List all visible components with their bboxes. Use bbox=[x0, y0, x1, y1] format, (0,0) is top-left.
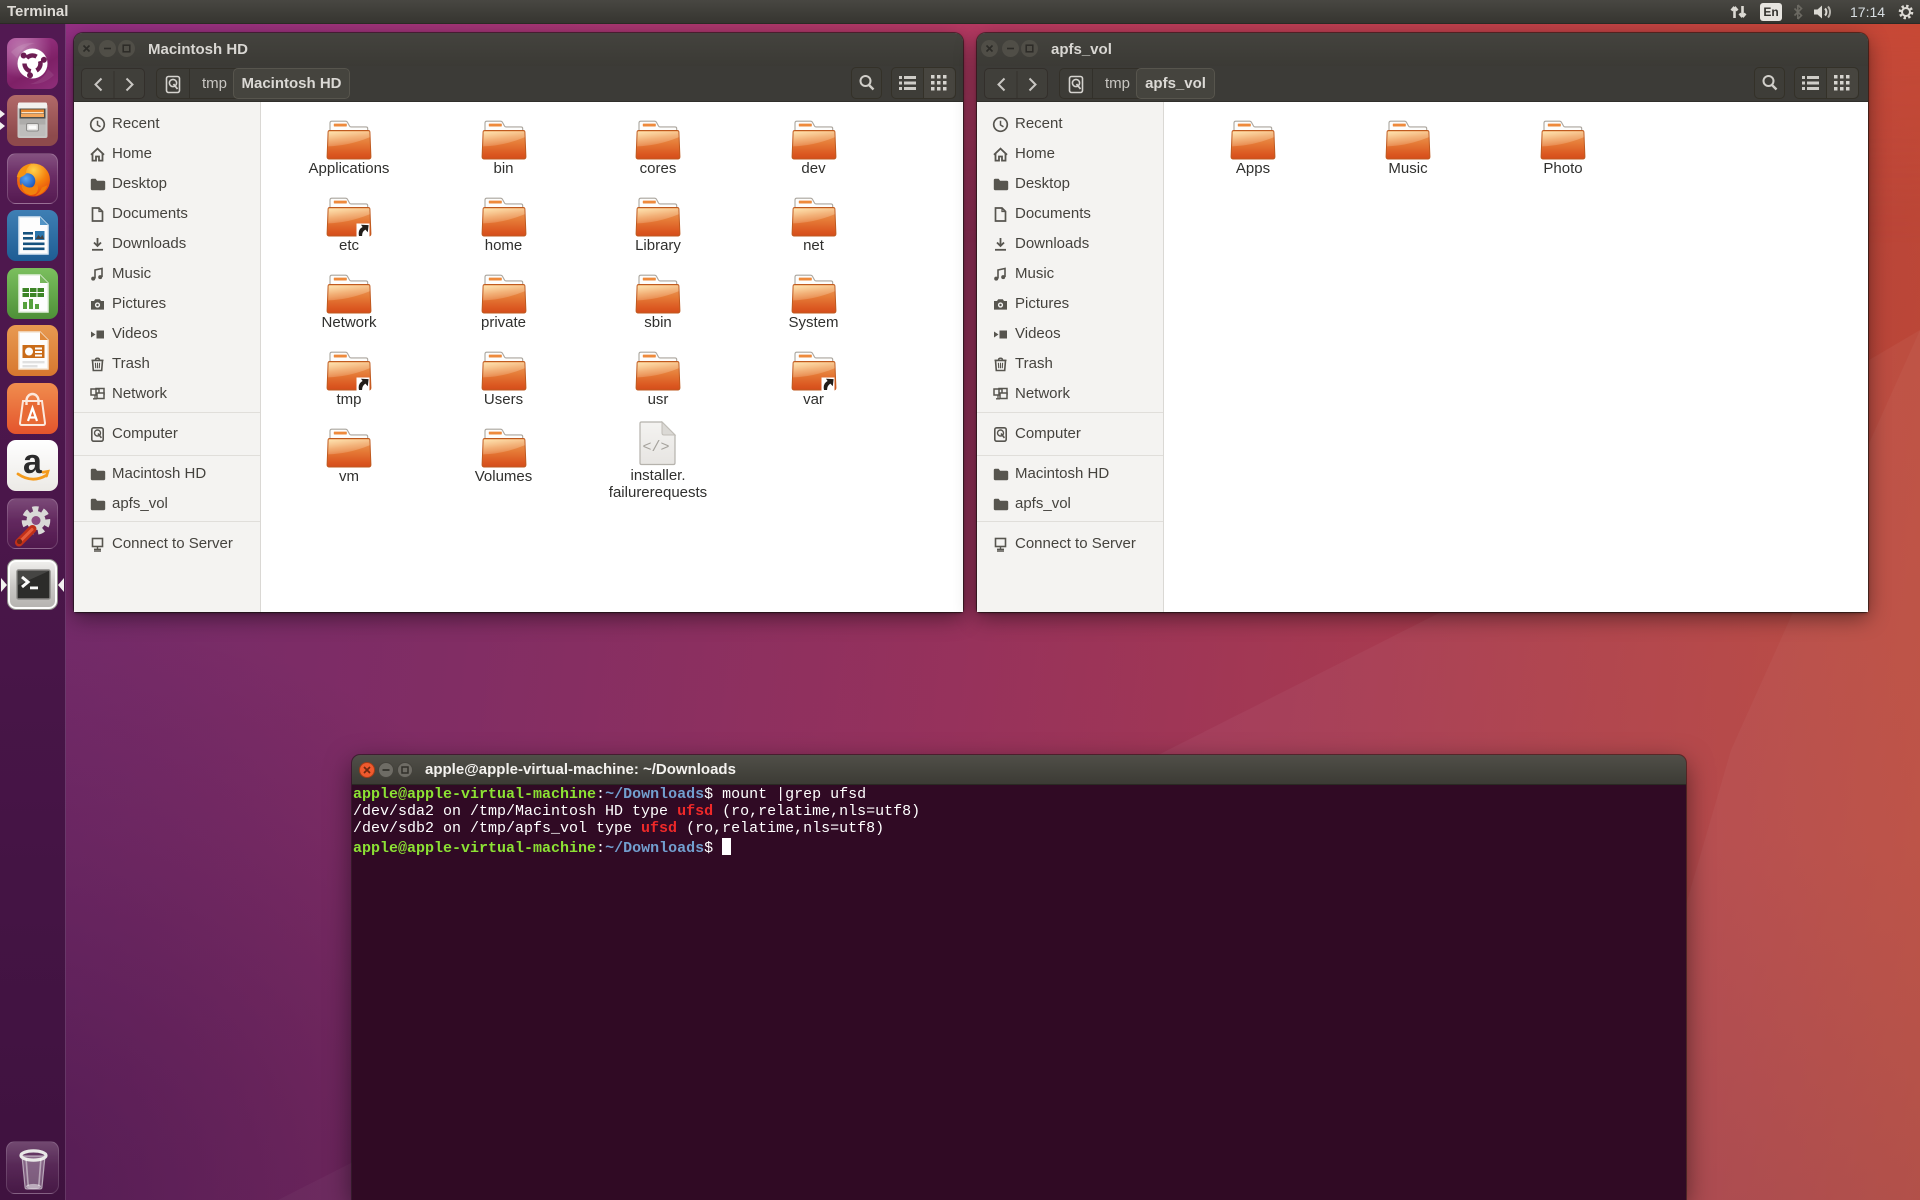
svg-text:a: a bbox=[23, 443, 43, 481]
